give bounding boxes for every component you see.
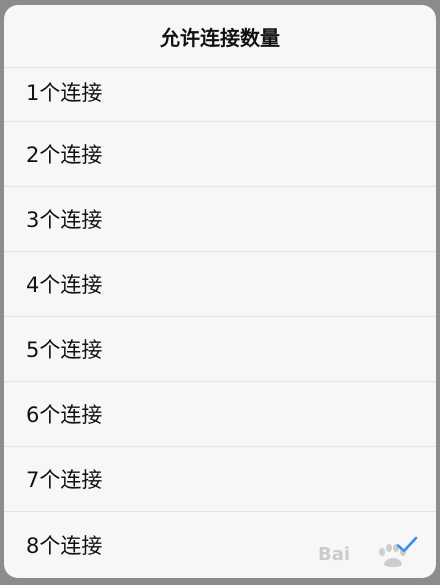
option-1-connection[interactable]: 1个连接 — [4, 68, 436, 122]
option-label: 5个连接 — [26, 338, 103, 362]
option-6-connections[interactable]: 6个连接 — [4, 382, 436, 447]
option-7-connections[interactable]: 7个连接 — [4, 447, 436, 512]
checkmark-icon — [396, 536, 418, 552]
options-list: 1个连接 2个连接 3个连接 4个连接 5个连接 6个连接 7个连接 8个连接 — [4, 68, 436, 577]
option-label: 8个连接 — [26, 533, 103, 558]
option-label: 3个连接 — [26, 208, 103, 232]
option-label: 4个连接 — [26, 273, 103, 297]
option-4-connections[interactable]: 4个连接 — [4, 252, 436, 317]
option-3-connections[interactable]: 3个连接 — [4, 187, 436, 252]
option-label: 6个连接 — [26, 403, 103, 427]
option-label: 1个连接 — [26, 81, 103, 105]
connection-count-dialog: 允许连接数量 1个连接 2个连接 3个连接 4个连接 5个连接 6个连接 7个连… — [4, 5, 436, 578]
option-2-connections[interactable]: 2个连接 — [4, 122, 436, 187]
option-label: 2个连接 — [26, 143, 103, 167]
dialog-header: 允许连接数量 — [4, 5, 436, 68]
option-label: 7个连接 — [26, 468, 103, 492]
dialog-title: 允许连接数量 — [160, 25, 280, 50]
option-5-connections[interactable]: 5个连接 — [4, 317, 436, 382]
option-8-connections[interactable]: 8个连接 — [4, 512, 436, 577]
